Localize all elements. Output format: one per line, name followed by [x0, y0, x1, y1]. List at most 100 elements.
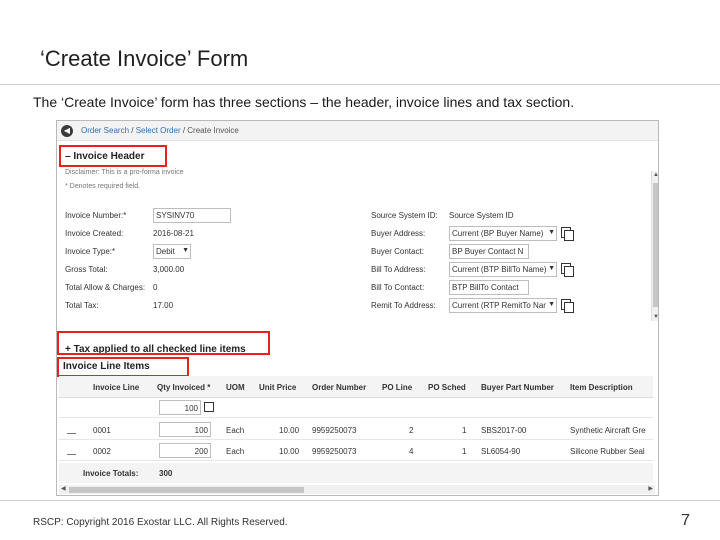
po-line: 4 — [409, 447, 414, 456]
breadcrumb: ◀ Order Search / Select Order / Create I… — [57, 121, 658, 141]
line-number: 0001 — [93, 426, 111, 435]
column-header[interactable]: PO Sched — [428, 383, 466, 392]
page-number: 7 — [681, 512, 690, 529]
field-value: Source System ID — [449, 211, 514, 220]
slide-title: ‘Create Invoice’ Form — [40, 46, 249, 71]
table-row: 0002 200 Each 10.00 9959250073 4 1 SL605… — [59, 441, 653, 461]
field-label: Gross Total: — [65, 265, 108, 274]
table-row: 0001 100 Each 10.00 9959250073 2 1 SBS20… — [59, 420, 653, 440]
scroll-up-icon[interactable]: ▲ — [653, 172, 658, 178]
copy-icon[interactable] — [561, 227, 574, 241]
back-arrow-icon[interactable]: ◀ — [61, 125, 73, 137]
chevron-down-icon: ▼ — [182, 247, 189, 254]
invoice-totals-row: Invoice Totals: 300 — [59, 463, 653, 483]
item-description: Silicone Rubber Seal — [570, 447, 645, 456]
copy-icon[interactable] — [561, 299, 574, 313]
field-label: Invoice Created: — [65, 229, 124, 238]
table-horizontal-scrollbar[interactable]: ◀ ▶ — [59, 485, 655, 494]
column-header[interactable]: UOM — [226, 383, 245, 392]
column-header[interactable]: Item Description — [570, 383, 633, 392]
select-value: Current (BP Buyer Name) — [452, 229, 544, 238]
qty-invoiced-input[interactable]: 200 — [159, 443, 211, 458]
form-screenshot: ◀ Order Search / Select Order / Create I… — [56, 120, 659, 496]
bill-to-address-select[interactable]: Current (BTP BillTo Name) ▼ — [449, 262, 557, 277]
select-value: Debit — [156, 247, 175, 256]
totals-label: Invoice Totals: — [83, 469, 139, 478]
qty-invoiced-input[interactable]: 100 — [159, 422, 211, 437]
breadcrumb-current: Create Invoice — [187, 126, 239, 135]
column-header[interactable]: Unit Price — [259, 383, 296, 392]
row-checkbox[interactable] — [67, 446, 76, 455]
column-header[interactable]: Invoice Line — [93, 383, 139, 392]
select-value: Current (BTP BillTo Name) — [452, 265, 547, 274]
field-label: Bill To Contact: — [371, 283, 425, 292]
remit-to-address-select[interactable]: Current (RTP RemitTo Nar ▼ — [449, 298, 557, 313]
unit-price: 10.00 — [279, 447, 300, 456]
field-value: 2016-08-21 — [153, 229, 194, 238]
chevron-down-icon: ▼ — [548, 301, 555, 308]
line-items-highlight-box — [57, 357, 189, 377]
apply-filter-icon[interactable] — [204, 402, 214, 412]
breadcrumb-order-search[interactable]: Order Search — [81, 126, 129, 135]
chevron-down-icon: ▼ — [548, 265, 555, 272]
uom: Each — [226, 426, 245, 435]
po-sched: 1 — [462, 447, 467, 456]
invoice-header-section: – Invoice Header Disclaimer: This is a p… — [59, 143, 649, 339]
field-label: Bill To Address: — [371, 265, 426, 274]
buyer-address-select[interactable]: Current (BP Buyer Name) ▼ — [449, 226, 557, 241]
column-header[interactable]: Order Number — [312, 383, 366, 392]
po-line: 2 — [409, 426, 414, 435]
column-header[interactable]: Buyer Part Number — [481, 383, 554, 392]
header-vertical-scrollbar[interactable]: ▲ ▼ — [651, 171, 658, 321]
item-description: Synthetic Aircraft Gre — [570, 426, 646, 435]
scroll-right-icon[interactable]: ▶ — [648, 485, 653, 492]
field-value: 3,000.00 — [153, 265, 185, 274]
buyer-part-number: SL6054-90 — [481, 447, 521, 456]
qty-filter-input[interactable]: 100 — [159, 400, 201, 415]
title-divider — [0, 84, 720, 85]
select-value: Current (RTP RemitTo Nar — [452, 301, 546, 310]
line-number: 0002 — [93, 447, 111, 456]
breadcrumb-separator: / — [129, 126, 136, 135]
field-label: Remit To Address: — [371, 301, 436, 310]
disclaimer-text: Disclaimer: This is a pro-forma invoice — [65, 169, 184, 176]
field-value: 0 — [153, 283, 158, 292]
bill-to-contact-input[interactable]: BTP BillTo Contact — [449, 280, 529, 295]
uom: Each — [226, 447, 245, 456]
unit-price: 10.00 — [279, 426, 300, 435]
scroll-left-icon[interactable]: ◀ — [61, 485, 66, 492]
chevron-down-icon: ▼ — [548, 229, 555, 236]
field-label: Source System ID: — [371, 211, 438, 220]
invoice-type-select[interactable]: Debit ▼ — [153, 244, 191, 259]
slide-subtitle: The ‘Create Invoice’ form has three sect… — [33, 94, 575, 110]
column-header[interactable]: Qty Invoiced * — [157, 383, 210, 392]
required-note: * Denotes required field. — [65, 183, 141, 190]
invoice-number-input[interactable]: SYSINV70 — [153, 208, 231, 223]
line-items-table-header: Invoice Line Qty Invoiced * UOM Unit Pri… — [59, 376, 653, 398]
field-label: Buyer Address: — [371, 229, 426, 238]
row-checkbox[interactable] — [67, 425, 76, 434]
field-label: Total Allow & Charges: — [65, 283, 146, 292]
po-sched: 1 — [462, 426, 467, 435]
order-number: 9959250073 — [312, 447, 357, 456]
field-label: Invoice Type:* — [65, 247, 116, 256]
filter-row: 100 — [59, 398, 653, 418]
invoice-header-toggle[interactable]: – Invoice Header — [65, 151, 144, 162]
field-label: Invoice Number:* — [65, 211, 127, 220]
field-label: Buyer Contact: — [371, 247, 424, 256]
column-header[interactable]: PO Line — [382, 383, 412, 392]
scroll-down-icon[interactable]: ▼ — [653, 314, 658, 320]
field-label: Total Tax: — [65, 301, 99, 310]
breadcrumb-select-order[interactable]: Select Order — [136, 126, 181, 135]
scrollbar-thumb[interactable] — [653, 183, 658, 307]
order-number: 9959250073 — [312, 426, 357, 435]
field-value: 17.00 — [153, 301, 174, 310]
buyer-part-number: SBS2017-00 — [481, 426, 527, 435]
copyright-footer: RSCP: Copyright 2016 Exostar LLC. All Ri… — [33, 517, 288, 528]
tax-highlight-box — [57, 331, 270, 355]
totals-qty: 300 — [159, 469, 173, 478]
footer-divider — [0, 500, 720, 501]
buyer-contact-input[interactable]: BP Buyer Contact N — [449, 244, 529, 259]
copy-icon[interactable] — [561, 263, 574, 277]
scrollbar-thumb[interactable] — [69, 487, 304, 493]
